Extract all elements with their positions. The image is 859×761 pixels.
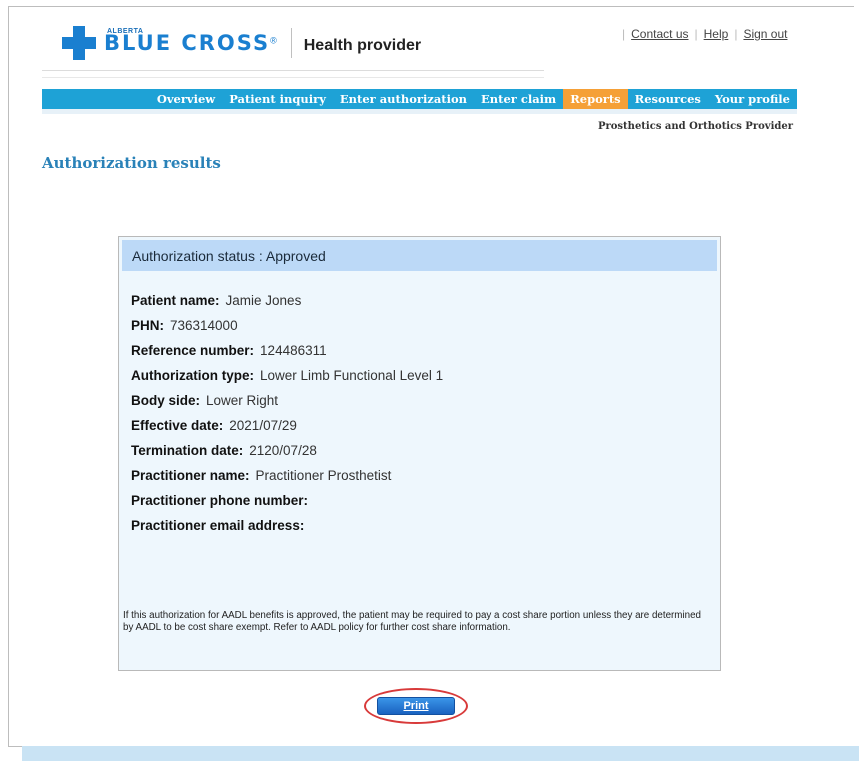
help-link[interactable]: Help bbox=[704, 27, 729, 41]
cost-share-note: If this authorization for AADL benefits … bbox=[123, 610, 701, 633]
utility-links: | Contact us | Help | Sign out bbox=[622, 27, 788, 41]
header-divider bbox=[42, 70, 544, 71]
field-value: Lower Limb Functional Level 1 bbox=[260, 368, 444, 383]
field-label: Effective date: bbox=[131, 418, 224, 433]
nav-reports[interactable]: Reports bbox=[563, 89, 628, 109]
detail-row: Practitioner name: Practitioner Prostheti… bbox=[131, 468, 443, 493]
detail-row: Patient name: Jamie Jones bbox=[131, 293, 443, 318]
nav-overview[interactable]: Overview bbox=[150, 89, 222, 109]
field-value: Jamie Jones bbox=[225, 293, 302, 308]
print-area: Print bbox=[364, 688, 468, 724]
field-label: Body side: bbox=[131, 393, 201, 408]
provider-type: Prosthetics and Orthotics Provider bbox=[597, 121, 793, 132]
nav-enter-claim[interactable]: Enter claim bbox=[474, 89, 563, 109]
field-value: 2120/07/28 bbox=[249, 443, 317, 458]
main-nav: Overview Patient inquiry Enter authoriza… bbox=[42, 89, 797, 109]
registered-mark: ® bbox=[270, 35, 277, 46]
field-label: Authorization type: bbox=[131, 368, 254, 383]
field-label: Termination date: bbox=[131, 443, 244, 458]
product-name: Health provider bbox=[303, 37, 422, 54]
contact-us-link[interactable]: Contact us bbox=[631, 27, 688, 41]
brand-wordmark: ALBERTA BLUE CROSS® bbox=[104, 28, 277, 55]
brand-small-text: ALBERTA bbox=[107, 28, 144, 35]
authorization-status-heading: Authorization status : Approved bbox=[122, 240, 717, 271]
blue-cross-icon bbox=[62, 26, 96, 60]
nav-your-profile[interactable]: Your profile bbox=[708, 89, 797, 109]
alberta-blue-cross-logo[interactable]: ALBERTA BLUE CROSS® Health provider bbox=[62, 26, 421, 60]
field-label: Practitioner email address: bbox=[131, 518, 305, 533]
detail-row: Body side: Lower Right bbox=[131, 393, 443, 418]
print-button[interactable]: Print bbox=[377, 697, 455, 715]
detail-row: Reference number: 124486311 bbox=[131, 343, 443, 368]
field-label: Reference number: bbox=[131, 343, 255, 358]
detail-row: Practitioner phone number: bbox=[131, 493, 443, 518]
nav-underline bbox=[42, 109, 797, 114]
nav-enter-authorization[interactable]: Enter authorization bbox=[333, 89, 474, 109]
field-value: 124486311 bbox=[260, 343, 327, 358]
sign-out-link[interactable]: Sign out bbox=[743, 27, 787, 41]
footer-band bbox=[22, 746, 859, 761]
field-value: Lower Right bbox=[206, 393, 279, 408]
field-value: Practitioner Prosthetist bbox=[255, 468, 392, 483]
detail-row: Authorization type: Lower Limb Functional… bbox=[131, 368, 443, 393]
logo-divider bbox=[290, 28, 292, 58]
header-divider-secondary bbox=[42, 77, 544, 78]
page-title: Authorization results bbox=[42, 154, 221, 172]
field-label: Patient name: bbox=[131, 293, 220, 308]
field-label: Practitioner name: bbox=[131, 468, 250, 483]
authorization-details: Patient name: Jamie Jones PHN: 736314000 R… bbox=[131, 293, 443, 543]
detail-row: Practitioner email address: bbox=[131, 518, 443, 543]
authorization-results-panel: Authorization status : Approved Patient … bbox=[118, 236, 721, 671]
detail-row: PHN: 736314000 bbox=[131, 318, 443, 343]
detail-row: Termination date: 2120/07/28 bbox=[131, 443, 443, 468]
detail-row: Effective date: 2021/07/29 bbox=[131, 418, 443, 443]
nav-patient-inquiry[interactable]: Patient inquiry bbox=[222, 89, 333, 109]
field-label: Practitioner phone number: bbox=[131, 493, 309, 508]
field-value: 736314000 bbox=[170, 318, 238, 333]
field-value: 2021/07/29 bbox=[229, 418, 297, 433]
field-label: PHN: bbox=[131, 318, 164, 333]
nav-resources[interactable]: Resources bbox=[628, 89, 708, 109]
